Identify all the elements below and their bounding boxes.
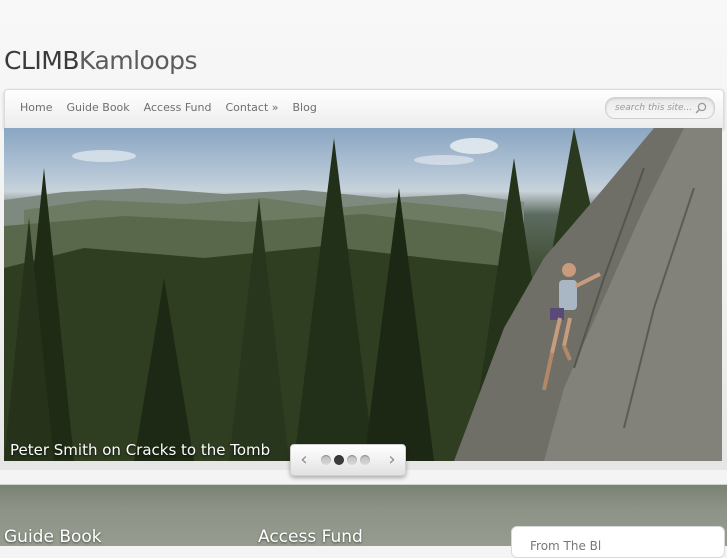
slider-dot-4[interactable] bbox=[360, 455, 370, 465]
logo-light-text: Kamloops bbox=[78, 46, 198, 75]
slider-dots bbox=[321, 455, 373, 465]
slider-controls: ‹ › bbox=[290, 444, 406, 476]
main-navigation: Home Guide Book Access Fund Contact » Bl… bbox=[4, 89, 724, 129]
slider-dot-3[interactable] bbox=[347, 455, 357, 465]
search-input[interactable] bbox=[615, 100, 693, 116]
nav-item-access-fund[interactable]: Access Fund bbox=[144, 101, 212, 114]
slide-caption: Peter Smith on Cracks to the Tomb bbox=[10, 441, 271, 459]
featured-slider: Peter Smith on Cracks to the Tomb bbox=[4, 128, 722, 461]
site-logo[interactable]: CLIMBKamloops bbox=[4, 46, 198, 75]
widget-title-guide-book: Guide Book bbox=[4, 527, 102, 547]
sidebar-widget-box: From The Bl bbox=[511, 526, 725, 558]
slide-photo-climber bbox=[4, 128, 722, 461]
prev-arrow-icon[interactable]: ‹ bbox=[295, 450, 313, 470]
next-arrow-icon[interactable]: › bbox=[383, 450, 401, 470]
nav-item-guide-book[interactable]: Guide Book bbox=[66, 101, 129, 114]
nav-list: Home Guide Book Access Fund Contact » Bl… bbox=[20, 101, 331, 114]
logo-bold-text: CLIMB bbox=[4, 46, 79, 75]
slider-dot-1[interactable] bbox=[321, 455, 331, 465]
nav-item-blog[interactable]: Blog bbox=[293, 101, 317, 114]
nav-item-contact[interactable]: Contact » bbox=[225, 101, 278, 114]
nav-item-home[interactable]: Home bbox=[20, 101, 52, 114]
widget-title-blog: From The Bl bbox=[530, 539, 602, 553]
search-icon[interactable] bbox=[695, 102, 707, 114]
slider-dot-2[interactable] bbox=[334, 455, 344, 465]
search-box bbox=[605, 97, 715, 119]
widget-title-access-fund: Access Fund bbox=[258, 527, 363, 547]
